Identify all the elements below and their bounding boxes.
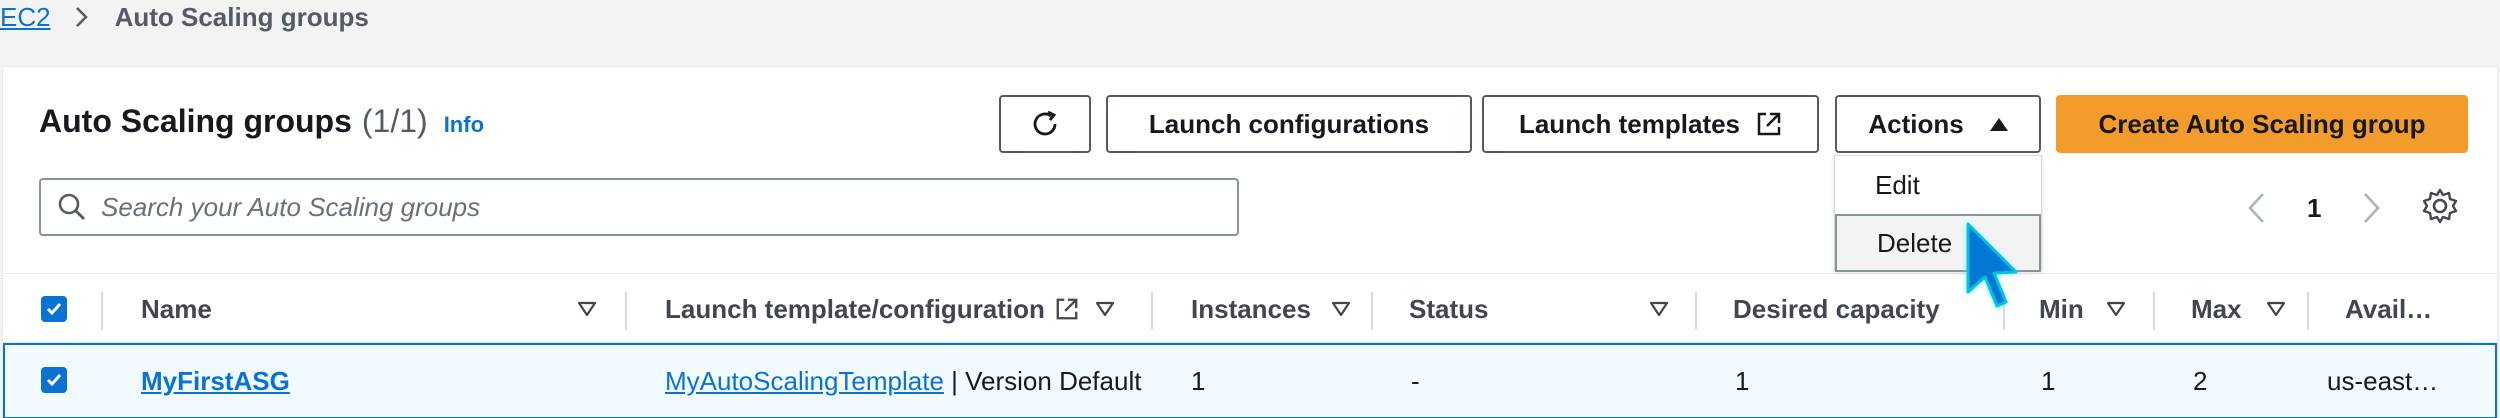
caret-up-icon xyxy=(1989,117,2008,131)
chevron-left-icon[interactable] xyxy=(2243,191,2269,225)
page-number[interactable]: 1 xyxy=(2307,193,2321,224)
column-label: Min xyxy=(2039,293,2084,324)
sort-icon xyxy=(577,301,597,317)
panel-count: (1/1) xyxy=(361,103,428,139)
page-title: Auto Scaling groups (1/1) Info xyxy=(39,103,484,140)
chevron-right-icon[interactable] xyxy=(2359,191,2385,225)
info-link[interactable]: Info xyxy=(444,112,484,138)
menu-item-edit[interactable]: Edit xyxy=(1835,156,2041,214)
column-label: Max xyxy=(2191,293,2242,324)
search-input[interactable] xyxy=(101,191,1201,223)
select-all-checkbox[interactable] xyxy=(41,296,67,322)
launch-templates-button[interactable]: Launch templates xyxy=(1482,95,1819,153)
column-header-desired-capacity[interactable]: Desired capacity xyxy=(1733,274,1973,344)
auto-scaling-groups-panel: Auto Scaling groups (1/1) Info Launch co… xyxy=(2,66,2498,418)
table-row[interactable]: MyFirstASG MyAutoScalingTemplate | Versi… xyxy=(3,343,2497,418)
breadcrumb-ec2-link[interactable]: EC2 xyxy=(0,2,51,33)
create-auto-scaling-group-button[interactable]: Create Auto Scaling group xyxy=(2056,95,2468,153)
checkmark-icon xyxy=(46,374,62,387)
column-label: Desired capacity xyxy=(1733,293,1940,324)
launch-configurations-button[interactable]: Launch configurations xyxy=(1106,95,1472,153)
sort-icon xyxy=(1649,301,1669,317)
launch-template-link[interactable]: MyAutoScalingTemplate xyxy=(665,366,944,397)
cell-max: 2 xyxy=(2193,365,2208,396)
cell-status: - xyxy=(1411,365,1420,396)
external-link-icon xyxy=(1056,298,1078,320)
row-checkbox[interactable] xyxy=(41,367,67,393)
cell-desired-capacity: 1 xyxy=(1735,365,1750,396)
cell-min: 1 xyxy=(2041,365,2056,396)
column-divider xyxy=(1151,292,1153,330)
column-header-max[interactable]: Max xyxy=(2191,274,2301,344)
sort-icon xyxy=(2106,301,2125,317)
breadcrumb: EC2 Auto Scaling groups xyxy=(0,0,369,34)
column-divider xyxy=(2153,292,2155,330)
actions-label: Actions xyxy=(1868,108,1964,139)
create-label: Create Auto Scaling group xyxy=(2098,108,2426,139)
column-divider xyxy=(101,292,103,330)
column-label: Name xyxy=(141,293,212,324)
checkmark-icon xyxy=(46,303,62,316)
column-divider xyxy=(2307,292,2309,330)
sort-icon xyxy=(1331,301,1351,317)
column-header-name[interactable]: Name xyxy=(141,274,601,344)
column-divider xyxy=(625,292,627,330)
launch-templates-label: Launch templates xyxy=(1518,108,1741,139)
refresh-icon xyxy=(1033,110,1057,136)
panel-title-text: Auto Scaling groups xyxy=(39,103,352,139)
column-divider xyxy=(1695,292,1697,330)
pagination: 1 xyxy=(2243,183,2385,233)
table-header: Name Launch template/configuration Insta… xyxy=(3,273,2497,343)
column-divider xyxy=(1371,292,1373,330)
column-label: Launch template/configuration xyxy=(665,293,1045,324)
launch-template-version: | Version Default xyxy=(943,365,1142,396)
column-header-status[interactable]: Status xyxy=(1409,274,1669,344)
refresh-button[interactable] xyxy=(999,95,1091,153)
column-label: Instances xyxy=(1191,293,1311,324)
search-icon xyxy=(58,193,85,220)
column-label: Status xyxy=(1409,293,1489,324)
sort-icon xyxy=(1095,301,1115,317)
chevron-right-icon xyxy=(75,7,88,27)
cell-name: MyFirstASG xyxy=(141,345,290,417)
external-link-icon xyxy=(1757,112,1781,136)
asg-name-link[interactable]: MyFirstASG xyxy=(141,366,290,397)
search-box xyxy=(39,178,1239,236)
column-label: Avail… xyxy=(2345,293,2433,324)
breadcrumb-current: Auto Scaling groups xyxy=(114,1,369,32)
launch-configurations-label: Launch configurations xyxy=(1148,108,1430,139)
cell-launch-template: MyAutoScalingTemplate | Version Default xyxy=(665,345,1141,417)
column-header-availability[interactable]: Avail… xyxy=(2345,274,2495,344)
mouse-cursor-icon xyxy=(1966,222,2020,310)
cell-instances: 1 xyxy=(1191,365,1206,396)
column-header-min[interactable]: Min xyxy=(2039,274,2129,344)
sort-icon xyxy=(2266,301,2285,317)
cell-availability: us-east… xyxy=(2327,365,2439,396)
column-header-instances[interactable]: Instances xyxy=(1191,274,1351,344)
gear-icon[interactable] xyxy=(2421,187,2459,225)
column-header-launch-template[interactable]: Launch template/configuration xyxy=(665,274,1135,344)
actions-button[interactable]: Actions xyxy=(1835,95,2041,153)
